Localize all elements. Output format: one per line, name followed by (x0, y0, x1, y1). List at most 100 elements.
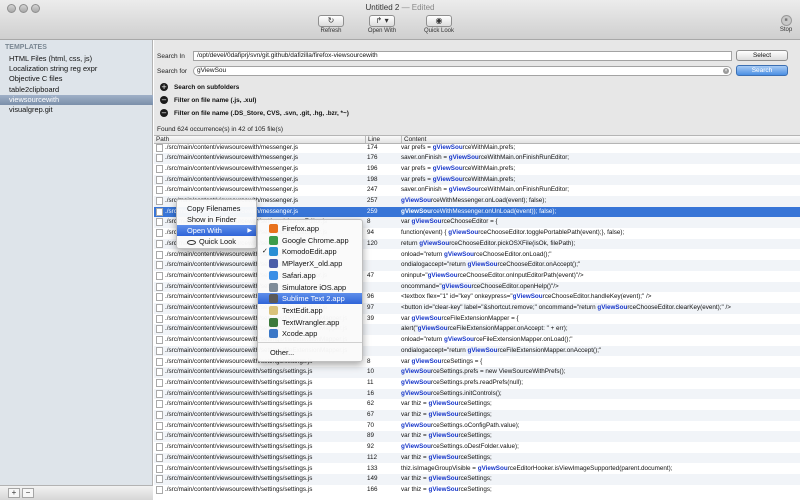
column-header-content[interactable]: Content (401, 136, 426, 143)
cell-path: ./src/main/content/viewsourcewith/settin… (165, 475, 313, 483)
context-menu-item[interactable]: Copy Filenames (177, 203, 256, 214)
table-row[interactable]: ./src/main/content/viewsourcewith/settin… (154, 345, 800, 357)
open-with-other-item[interactable]: Other... (258, 347, 362, 358)
open-with-button[interactable]: ↱ ▾ Open With (361, 15, 403, 34)
table-row[interactable]: ./src/main/content/viewsourcewith/messen… (154, 153, 800, 164)
table-row[interactable]: ./src/main/content/viewsourcewith/settin… (154, 399, 800, 410)
app-icon (269, 235, 278, 245)
cell-content: var gViewSourceFileExtensionMapper = { (401, 314, 519, 322)
add-template-button[interactable]: + (8, 488, 20, 498)
open-with-app-item[interactable]: Firefox.app (258, 223, 362, 234)
search-in-field[interactable]: /opt/devel/0dafiprj/svn/git.github/dafiz… (193, 51, 732, 61)
open-with-app-item[interactable]: MPlayerX_old.app (258, 258, 362, 269)
remove-icon[interactable]: − (160, 109, 168, 118)
match-highlight: gViewSou (401, 421, 431, 429)
clear-search-icon[interactable]: × (723, 68, 729, 74)
context-menu-item[interactable]: Show in Finder (177, 214, 256, 225)
table-row[interactable]: ./src/main/content/viewsourcewith/messen… (154, 144, 800, 153)
table-row[interactable]: ./src/main/content/viewsourcewith/settin… (154, 410, 800, 421)
sidebar-item[interactable]: Localization string reg expr (0, 64, 153, 74)
file-icon (156, 325, 163, 334)
search-button[interactable]: Search (736, 65, 788, 76)
open-with-app-item[interactable]: Sublime Text 2.app (258, 293, 362, 305)
table-row[interactable]: ./src/main/content/viewsourcewith/messen… (154, 174, 800, 186)
filter-label: Search on subfolders (174, 84, 240, 91)
table-row[interactable]: ./src/main/content/viewsourcewith/settin… (154, 378, 800, 389)
open-with-app-item[interactable]: TextWrangler.app (258, 317, 362, 328)
context-menu-item[interactable]: Quick Look (177, 236, 256, 247)
sidebar-item[interactable]: visualgrep.git (0, 105, 153, 115)
table-row[interactable]: ./src/main/content/viewsourcewith/settin… (154, 335, 800, 346)
sidebar-item[interactable]: table2clipboard (0, 85, 153, 95)
table-row[interactable]: ./src/main/content/viewsourcewith/settin… (154, 281, 800, 293)
table-row[interactable]: ./src/main/content/viewsourcewith/settin… (154, 485, 800, 496)
open-with-app-item[interactable]: Xcode.app (258, 328, 362, 339)
table-row[interactable]: ./src/main/content/viewsourcewith/settin… (154, 260, 800, 271)
match-highlight: gViewSou (432, 164, 463, 172)
filter-file-name-include[interactable]: − Filter on file name (.js, .xul) (160, 96, 256, 105)
file-icon (156, 368, 163, 377)
cell-line: 120 (367, 239, 378, 247)
filter-subfolders[interactable]: + Search on subfolders (160, 83, 239, 92)
table-row[interactable]: ./src/main/content/viewsourcewith/settin… (154, 474, 800, 485)
match-highlight: gViewSou (448, 186, 479, 194)
menu-item-label: Show in Finder (187, 215, 237, 224)
select-button[interactable]: Select (736, 50, 788, 61)
cell-line: 10 (367, 368, 375, 376)
table-row[interactable]: ./src/main/content/viewsourcewith/settin… (154, 250, 800, 261)
table-row[interactable]: ./src/main/content/viewsourcewith/settin… (154, 324, 800, 336)
app-icon (269, 305, 278, 315)
quick-look-label: Quick Look (423, 28, 454, 34)
table-row[interactable]: ./src/main/content/viewsourcewith/settin… (154, 388, 800, 400)
add-icon[interactable]: + (160, 83, 168, 92)
open-with-app-item[interactable]: Safari.app (258, 270, 362, 281)
cell-content: var prefs = gViewSourceWithMain.prefs; (401, 164, 516, 172)
filter-label: Filter on file name (.DS_Store, CVS, .sv… (174, 110, 349, 117)
match-highlight: gViewSou (467, 346, 498, 354)
table-row[interactable]: ./src/main/content/viewsourcewith/settin… (154, 431, 800, 443)
cell-content: return gViewSourceChooseEditor.pickOSXFi… (401, 239, 576, 247)
stop-button[interactable]: ■ Stop (774, 15, 798, 33)
quick-look-button[interactable]: ◉ Quick Look (418, 15, 460, 34)
table-row[interactable]: ./src/main/content/viewsourcewith/settin… (154, 421, 800, 432)
table-row[interactable]: ./src/main/content/viewsourcewith/settin… (154, 292, 800, 303)
table-row[interactable]: ./src/main/content/viewsourcewith/settin… (154, 452, 800, 464)
cell-content: gViewSourceWithMessenger.onUnLoad(event)… (401, 207, 557, 215)
table-row[interactable]: ./src/main/content/viewsourcewith/settin… (154, 367, 800, 378)
cell-content: thiz.isImageGroupVisible = gViewSourceEd… (401, 464, 673, 472)
column-header-path[interactable]: Path (154, 136, 169, 143)
sidebar-item[interactable]: Objective C files (0, 74, 153, 84)
open-with-app-item[interactable]: TextEdit.app (258, 305, 362, 316)
file-icon (156, 357, 163, 366)
match-highlight: gViewSou (512, 293, 543, 301)
cell-content: saver.onFinish = gViewSourceWithMain.onF… (401, 186, 570, 194)
match-highlight: gViewSou (597, 304, 628, 311)
table-row[interactable]: ./src/main/content/viewsourcewith/settin… (154, 271, 800, 282)
table-row[interactable]: ./src/main/content/viewsourcewith/messen… (154, 164, 800, 175)
open-with-app-item[interactable]: ✓ KomodoEdit.app (258, 246, 362, 257)
remove-icon[interactable]: − (160, 96, 168, 105)
table-row[interactable]: ./src/main/content/viewsourcewith/messen… (154, 185, 800, 196)
search-for-field[interactable]: gViewSou × (193, 66, 732, 76)
file-icon (156, 336, 163, 345)
sidebar-item[interactable]: HTML Files (html, css, js) (0, 54, 153, 64)
table-row[interactable]: ./src/main/content/viewsourcewith/settin… (154, 442, 800, 453)
filter-file-name-exclude[interactable]: − Filter on file name (.DS_Store, CVS, .s… (160, 109, 349, 118)
match-highlight: gViewSou (428, 411, 459, 418)
match-highlight: gViewSou (417, 325, 448, 333)
sidebar-item[interactable]: viewsourcewith (0, 94, 153, 105)
open-with-app-item[interactable]: Simulatore iOS.app (258, 282, 362, 293)
open-with-app-item[interactable]: Google Chrome.app (258, 235, 362, 246)
table-row[interactable]: ./src/main/content/viewsourcewith/settin… (154, 314, 800, 325)
table-row[interactable]: ./src/main/content/viewsourcewith/settin… (154, 303, 800, 314)
cell-path: ./src/main/content/viewsourcewith/settin… (165, 421, 313, 429)
table-row[interactable]: ./src/main/content/viewsourcewith/settin… (154, 357, 800, 368)
table-row[interactable]: ./src/main/content/viewsourcewith/settin… (154, 464, 800, 475)
column-header-line[interactable]: Line (365, 136, 380, 143)
templates-sidebar: TEMPLATES HTML Files (html, css, js) Loca… (0, 40, 153, 500)
refresh-button[interactable]: ↻ Refresh (310, 15, 352, 34)
match-highlight: gViewSou (428, 485, 459, 493)
remove-template-button[interactable]: − (22, 488, 34, 498)
cell-content: <button id="clear-key" label="&shortcut.… (401, 304, 731, 311)
context-menu-item[interactable]: Open With ▶ (177, 225, 256, 236)
